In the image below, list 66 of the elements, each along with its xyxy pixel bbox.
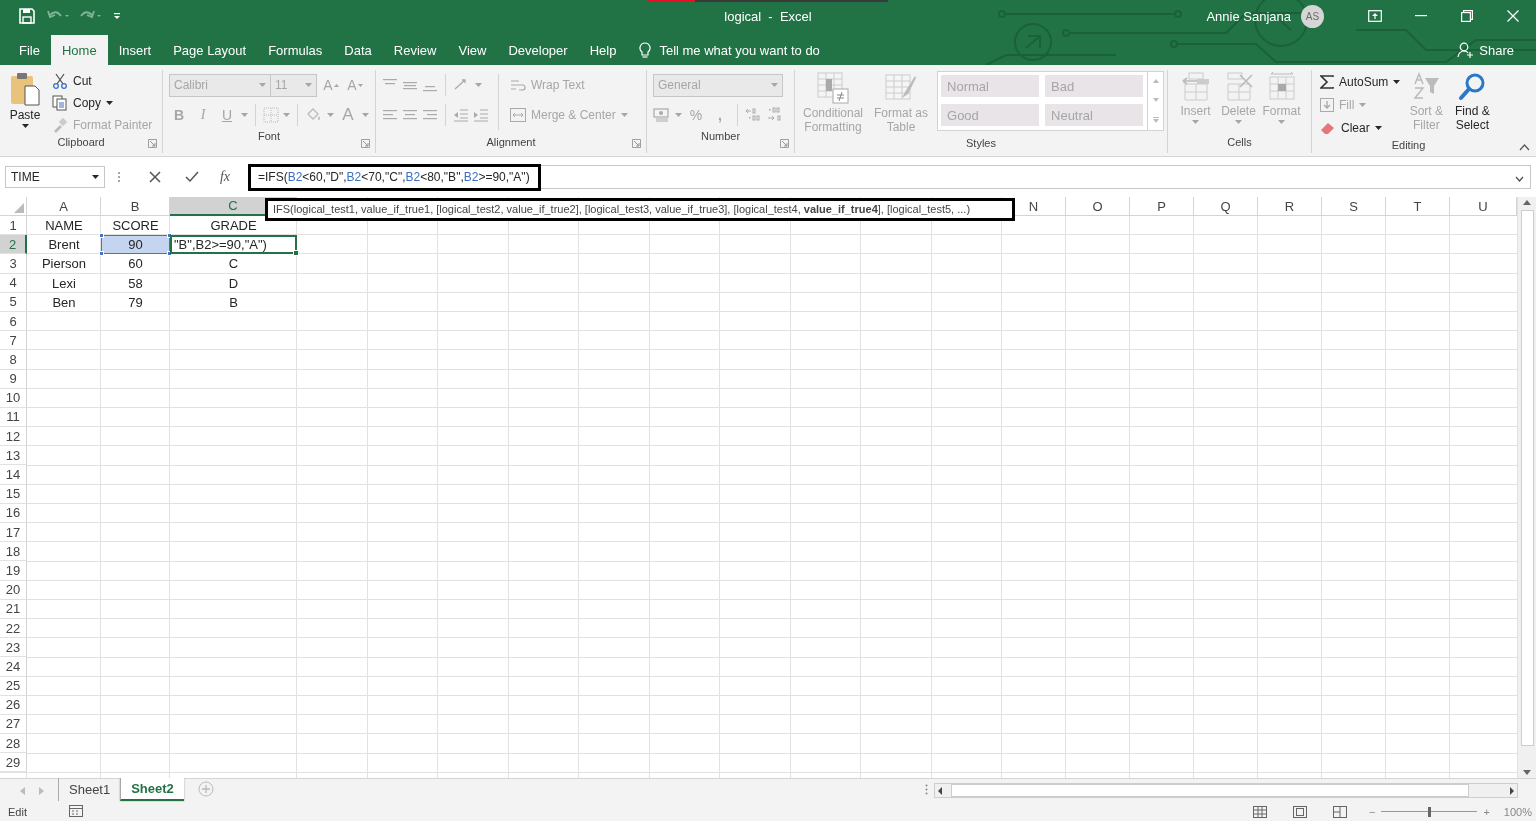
row-header[interactable]: 14 <box>0 465 27 485</box>
table-cell[interactable]: Brent <box>27 235 101 255</box>
column-header[interactable]: Q <box>1194 197 1258 216</box>
function-tooltip: IFS(logical_test1, value_if_true1, [logical_test2, value_if_true2], [logical_test3, value_if_true3], [logical_test4, value_if_true4], [logical_test5, ...) <box>265 198 1015 221</box>
column-header[interactable]: B <box>101 197 170 216</box>
row-header[interactable]: 28 <box>0 734 27 754</box>
active-cell[interactable]: "B",B2>=90,"A") <box>170 235 297 255</box>
table-cell[interactable]: 90 <box>101 235 170 255</box>
table-cell[interactable]: SCORE <box>101 216 170 236</box>
column-header[interactable]: R <box>1258 197 1322 216</box>
row-header[interactable]: 2 <box>0 235 27 255</box>
row-header[interactable]: 24 <box>0 657 27 677</box>
table-cell[interactable]: B <box>170 292 297 312</box>
window-title: logical - Excel <box>724 8 812 24</box>
ribbon-tab[interactable]: Page Layout <box>162 35 258 65</box>
ribbon-tab[interactable]: Formulas <box>257 35 334 65</box>
ribbon-tab[interactable]: Insert <box>107 35 163 65</box>
row-header[interactable]: 19 <box>0 561 27 581</box>
paste-button[interactable]: Paste <box>6 70 44 136</box>
column-header[interactable]: A <box>27 197 101 216</box>
table-cell[interactable]: C <box>170 254 297 274</box>
ribbon-tab[interactable]: Data <box>333 35 383 65</box>
row-header[interactable]: 13 <box>0 446 27 466</box>
row-header[interactable]: 29 <box>0 753 27 773</box>
clear-button[interactable]: Clear <box>1318 116 1403 139</box>
autosum-button[interactable]: AutoSum <box>1318 70 1403 93</box>
column-header[interactable]: S <box>1322 197 1386 216</box>
status-mode: Edit <box>8 805 27 818</box>
ribbon-tab[interactable]: Review <box>382 35 448 65</box>
column-header[interactable]: P <box>1130 197 1194 216</box>
column-header[interactable]: T <box>1386 197 1450 216</box>
ribbon-tab[interactable]: Home <box>50 35 108 65</box>
column-header[interactable]: U <box>1450 197 1517 216</box>
user-avatar[interactable]: AS <box>1301 4 1324 28</box>
group-label: Clipboard <box>56 136 106 150</box>
table-cell[interactable]: Pierson <box>27 254 101 274</box>
name-box[interactable]: TIME <box>5 166 105 188</box>
table-cell[interactable]: 58 <box>101 273 170 293</box>
tell-me-field[interactable]: Tell me what you want to do <box>659 42 820 58</box>
find-button[interactable]: Find & Select <box>1450 70 1495 139</box>
table-cell[interactable]: NAME <box>27 216 101 236</box>
ribbon-tab[interactable]: View <box>447 35 498 65</box>
group-label: Font <box>257 130 281 144</box>
group-label: Cells <box>1226 136 1253 150</box>
group-label: Editing <box>1390 139 1427 153</box>
share-button[interactable]: Share <box>1457 35 1514 65</box>
table-cell[interactable]: Lexi <box>27 273 101 293</box>
cut-button[interactable]: Cut <box>50 70 155 92</box>
table-cell[interactable]: 60 <box>101 254 170 274</box>
insert-function-button[interactable]: fx <box>210 169 240 185</box>
group-label: Alignment <box>485 136 537 150</box>
ribbon-tab[interactable]: Help <box>578 35 628 65</box>
row-header[interactable]: 23 <box>0 638 27 658</box>
ribbon-tab[interactable]: File <box>8 35 51 65</box>
row-header[interactable]: 18 <box>0 542 27 562</box>
group-label: Number <box>699 130 742 144</box>
ribbon-tab[interactable]: Developer <box>497 35 579 65</box>
table-cell[interactable]: Ben <box>27 292 101 312</box>
table-cell[interactable]: D <box>170 273 297 293</box>
group-label: Styles <box>965 136 997 151</box>
column-header[interactable]: O <box>1066 197 1130 216</box>
user-name: Annie Sanjana <box>1206 8 1291 24</box>
table-cell[interactable]: 79 <box>101 292 170 312</box>
sheet-tab[interactable]: Sheet2 <box>120 778 184 801</box>
copy-button[interactable]: Copy <box>50 92 155 114</box>
zoom-level: 100% <box>1503 805 1532 818</box>
